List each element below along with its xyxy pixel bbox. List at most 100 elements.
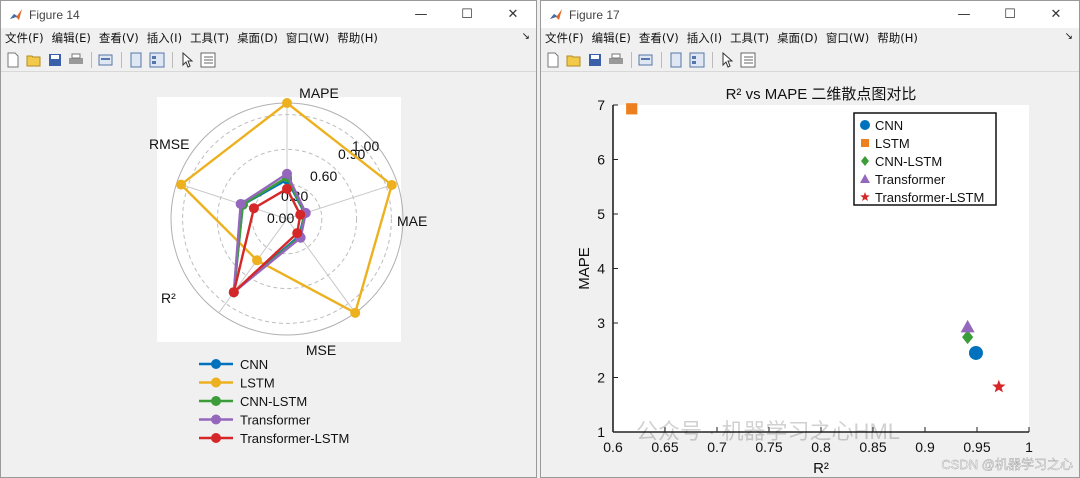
open-folder-icon[interactable]	[564, 50, 584, 70]
radar-axis-label: MSE	[306, 342, 336, 358]
radar-axis-label: R²	[161, 290, 176, 306]
pointer-icon[interactable]	[177, 50, 197, 70]
scatter-point-cnn	[968, 345, 983, 360]
print-icon[interactable]	[66, 50, 86, 70]
radar-point-1-2	[350, 307, 361, 318]
legend-entry: Transformer-LSTM	[240, 431, 349, 446]
menu-tools[interactable]: 工具(T)	[726, 30, 773, 46]
dock-arrow-icon[interactable]: ↘	[1065, 31, 1073, 42]
x-tick-label: 0.6	[603, 439, 623, 455]
legend-entry: LSTM	[240, 376, 275, 391]
menu-help[interactable]: 帮助(H)	[333, 30, 382, 46]
property-inspector-icon[interactable]	[687, 50, 707, 70]
radar-tick-label: 0.60	[310, 168, 337, 184]
maximize-icon[interactable]: ☐	[444, 1, 490, 28]
menu-file[interactable]: 文件(F)	[541, 30, 588, 46]
minimize-icon[interactable]: —	[941, 1, 987, 28]
save-icon[interactable]	[45, 50, 65, 70]
y-tick-label: 1	[597, 424, 605, 440]
y-tick-label: 7	[597, 97, 605, 113]
radar-point-4-2	[292, 228, 303, 239]
menu-insert[interactable]: 插入(I)	[683, 30, 726, 46]
radar-chart: 0.000.300.600.901.00MAPEMAEMSER²RMSECNNL…	[149, 85, 427, 446]
menu-bar: 文件(F) 编辑(E) 查看(V) 插入(I) 工具(T) 桌面(D) 窗口(W…	[1, 28, 536, 48]
radar-axis-label: MAE	[397, 213, 427, 229]
radar-point-1-3	[251, 255, 262, 266]
figure-14-window: Figure 14 — ☐ ✕ 文件(F) 编辑(E) 查看(V) 插入(I) …	[0, 0, 537, 478]
menu-bar: 文件(F) 编辑(E) 查看(V) 插入(I) 工具(T) 桌面(D) 窗口(W…	[541, 28, 1079, 48]
close-icon[interactable]: ✕	[1033, 1, 1079, 28]
menu-edit[interactable]: 编辑(E)	[588, 30, 635, 46]
radar-point-1-1	[386, 179, 397, 190]
plot-browser-icon[interactable]	[738, 50, 758, 70]
plot-browser-icon[interactable]	[198, 50, 218, 70]
watermark-text: 公众号 · 机器学习之心HML	[636, 419, 900, 444]
menu-view[interactable]: 查看(V)	[635, 30, 683, 46]
print-icon[interactable]	[606, 50, 626, 70]
menu-window[interactable]: 窗口(W)	[282, 30, 333, 46]
close-icon[interactable]: ✕	[490, 1, 536, 28]
maximize-icon[interactable]: ☐	[987, 1, 1033, 28]
legend-marker-2	[211, 396, 221, 406]
toggle-view-icon[interactable]	[666, 50, 686, 70]
radar-point-4-1	[295, 209, 306, 220]
minimize-icon[interactable]: —	[398, 1, 444, 28]
scatter-legend-entry: CNN-LSTM	[875, 154, 942, 169]
y-tick-label: 5	[597, 206, 605, 222]
radar-axis-label: MAPE	[299, 85, 339, 101]
legend-marker-4	[211, 433, 221, 443]
window-title: Figure 17	[569, 7, 620, 22]
radar-axis-label: RMSE	[149, 136, 189, 152]
x-tick-label: 0.9	[915, 439, 935, 455]
scatter-legend-marker-1	[861, 139, 869, 147]
menu-edit[interactable]: 编辑(E)	[48, 30, 95, 46]
new-file-icon[interactable]	[543, 50, 563, 70]
open-folder-icon[interactable]	[24, 50, 44, 70]
scatter-legend-entry: Transformer	[875, 172, 946, 187]
radar-tick-label: 0.00	[267, 210, 294, 226]
figure-canvas: R² vs MAPE 二维散点图对比 1 2 3 4 5 6 7 0.6 0.65 0.7 0.75 0…	[541, 73, 1079, 477]
menu-desktop[interactable]: 桌面(D)	[233, 30, 282, 46]
y-axis-label: MAPE	[576, 247, 593, 290]
radar-tick-label: 1.00	[352, 138, 379, 154]
print-preview-icon[interactable]	[636, 50, 656, 70]
print-preview-icon[interactable]	[96, 50, 116, 70]
property-inspector-icon[interactable]	[147, 50, 167, 70]
menu-window[interactable]: 窗口(W)	[822, 30, 873, 46]
menu-view[interactable]: 查看(V)	[95, 30, 143, 46]
new-file-icon[interactable]	[3, 50, 23, 70]
menu-tools[interactable]: 工具(T)	[186, 30, 233, 46]
toggle-view-icon[interactable]	[126, 50, 146, 70]
legend-entry: CNN	[240, 357, 268, 372]
menu-file[interactable]: 文件(F)	[1, 30, 48, 46]
title-bar[interactable]: Figure 14 — ☐ ✕	[1, 1, 536, 28]
scatter-legend-entry: LSTM	[875, 136, 910, 151]
figure-canvas: 0.00 0.30 0.60 0.90 1.00 MAPE MAE MSE R² RMSE CNN L…	[1, 73, 536, 477]
menu-help[interactable]: 帮助(H)	[873, 30, 922, 46]
radar-point-4-0	[282, 183, 292, 194]
radar-point-1-4	[176, 179, 187, 190]
title-bar[interactable]: Figure 17 — ☐ ✕	[541, 1, 1079, 28]
legend-marker-1	[211, 377, 221, 388]
legend-entry: CNN-LSTM	[240, 394, 307, 409]
pointer-icon[interactable]	[717, 50, 737, 70]
save-icon[interactable]	[585, 50, 605, 70]
y-tick-label: 3	[597, 315, 605, 331]
figure-17-window: Figure 17 — ☐ ✕ 文件(F) 编辑(E) 查看(V) 插入(I) …	[540, 0, 1080, 478]
menu-desktop[interactable]: 桌面(D)	[773, 30, 822, 46]
matlab-logo-icon	[550, 8, 562, 20]
matlab-logo-icon	[10, 8, 22, 20]
legend-entry: Transformer	[240, 413, 311, 428]
figure-toolbar	[1, 48, 536, 72]
scatter-legend-entry: Transformer-LSTM	[875, 190, 984, 205]
scatter-chart: R² vs MAPE 二维散点图对比12345670.6 0.65 0.7 0.75 0…	[576, 86, 1073, 477]
x-axis-label: R²	[813, 460, 829, 477]
x-tick-label: 1	[1025, 439, 1033, 455]
scatter-point-lstm	[626, 103, 638, 115]
menu-insert[interactable]: 插入(I)	[143, 30, 186, 46]
footer-credit: CSDN @机器学习之心	[941, 457, 1073, 472]
dock-arrow-icon[interactable]: ↘	[522, 31, 530, 42]
scatter-title: R² vs MAPE 二维散点图对比	[726, 86, 917, 103]
legend-marker-0	[211, 359, 221, 369]
radar-point-4-4	[248, 203, 259, 214]
